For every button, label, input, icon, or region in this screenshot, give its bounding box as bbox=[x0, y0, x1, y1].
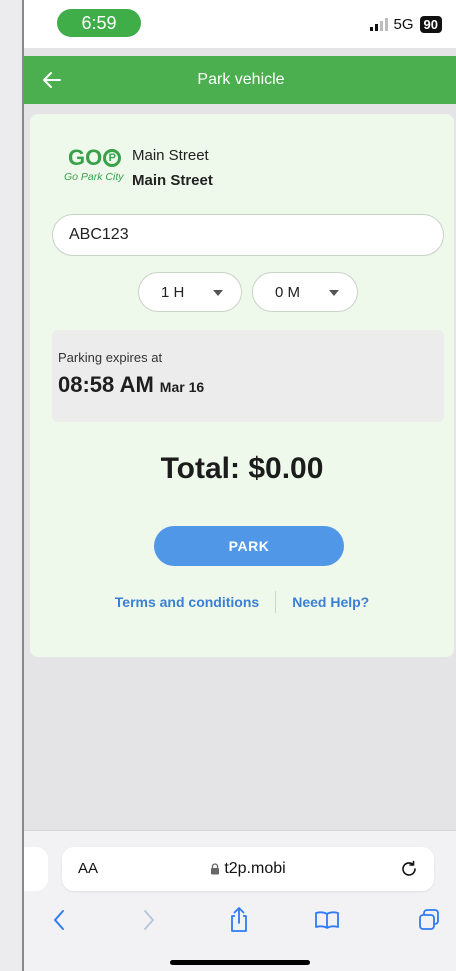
caret-down-icon bbox=[329, 290, 339, 296]
location-name: Main Street bbox=[132, 172, 213, 189]
forward-icon[interactable] bbox=[134, 905, 164, 935]
hours-value: 1 H bbox=[161, 283, 185, 301]
signal-icon bbox=[369, 17, 388, 31]
url-text: t2p.mobi bbox=[224, 860, 286, 877]
phone-screen: 6:59 5G 90 Park vehicle GO P Go Park Cit… bbox=[22, 0, 456, 971]
zone-name: Main Street bbox=[132, 147, 209, 164]
status-time: 6:59 bbox=[57, 9, 141, 37]
minutes-value: 0 M bbox=[275, 283, 301, 301]
help-link[interactable]: Need Help? bbox=[292, 594, 369, 610]
app-header: Park vehicle bbox=[24, 56, 456, 104]
browser-nav-row bbox=[24, 903, 456, 939]
hours-dropdown[interactable]: 1 H bbox=[138, 272, 242, 312]
background-strip bbox=[0, 0, 22, 971]
status-indicators: 5G 90 bbox=[369, 14, 442, 34]
expiry-time: 08:58 AM bbox=[58, 372, 154, 397]
footer-links: Terms and conditions Need Help? bbox=[30, 590, 454, 614]
status-bar: 6:59 5G 90 bbox=[24, 0, 456, 48]
license-plate-input[interactable] bbox=[52, 214, 444, 256]
park-button[interactable]: PARK bbox=[154, 526, 344, 566]
home-indicator[interactable] bbox=[170, 960, 310, 965]
expiry-label: Parking expires at bbox=[58, 350, 163, 365]
lock-icon bbox=[211, 863, 220, 875]
page-title: Park vehicle bbox=[197, 71, 285, 88]
logo-subtitle: Go Park City bbox=[64, 171, 124, 183]
reload-icon[interactable] bbox=[398, 858, 420, 880]
back-icon[interactable] bbox=[44, 905, 74, 935]
link-divider bbox=[275, 591, 277, 613]
expiry-value: 08:58 AM Mar 16 bbox=[58, 372, 204, 398]
total-amount: Total: $0.00 bbox=[160, 452, 324, 485]
logo-p-icon: P bbox=[103, 149, 122, 167]
logo-text: GO bbox=[68, 145, 103, 170]
share-icon[interactable] bbox=[224, 905, 254, 935]
terms-link[interactable]: Terms and conditions bbox=[115, 594, 259, 610]
battery-icon: 90 bbox=[419, 15, 442, 33]
bookmarks-icon[interactable] bbox=[312, 905, 342, 935]
browser-toolbar: AA t2p.mobi bbox=[24, 830, 456, 971]
expiry-panel: Parking expires at 08:58 AM Mar 16 bbox=[52, 330, 444, 422]
go-park-city-logo: GO P Go Park City bbox=[64, 145, 124, 190]
previous-tab-stub[interactable] bbox=[24, 847, 48, 891]
address-bar[interactable]: AA t2p.mobi bbox=[62, 847, 434, 891]
park-card: GO P Go Park City Main Street Main Stree… bbox=[30, 114, 454, 657]
expiry-date: Mar 16 bbox=[159, 379, 205, 395]
network-label: 5G bbox=[393, 15, 414, 33]
tabs-icon[interactable] bbox=[414, 905, 444, 935]
minutes-dropdown[interactable]: 0 M bbox=[252, 272, 358, 312]
back-arrow-icon[interactable] bbox=[40, 68, 64, 92]
caret-down-icon bbox=[213, 290, 223, 296]
